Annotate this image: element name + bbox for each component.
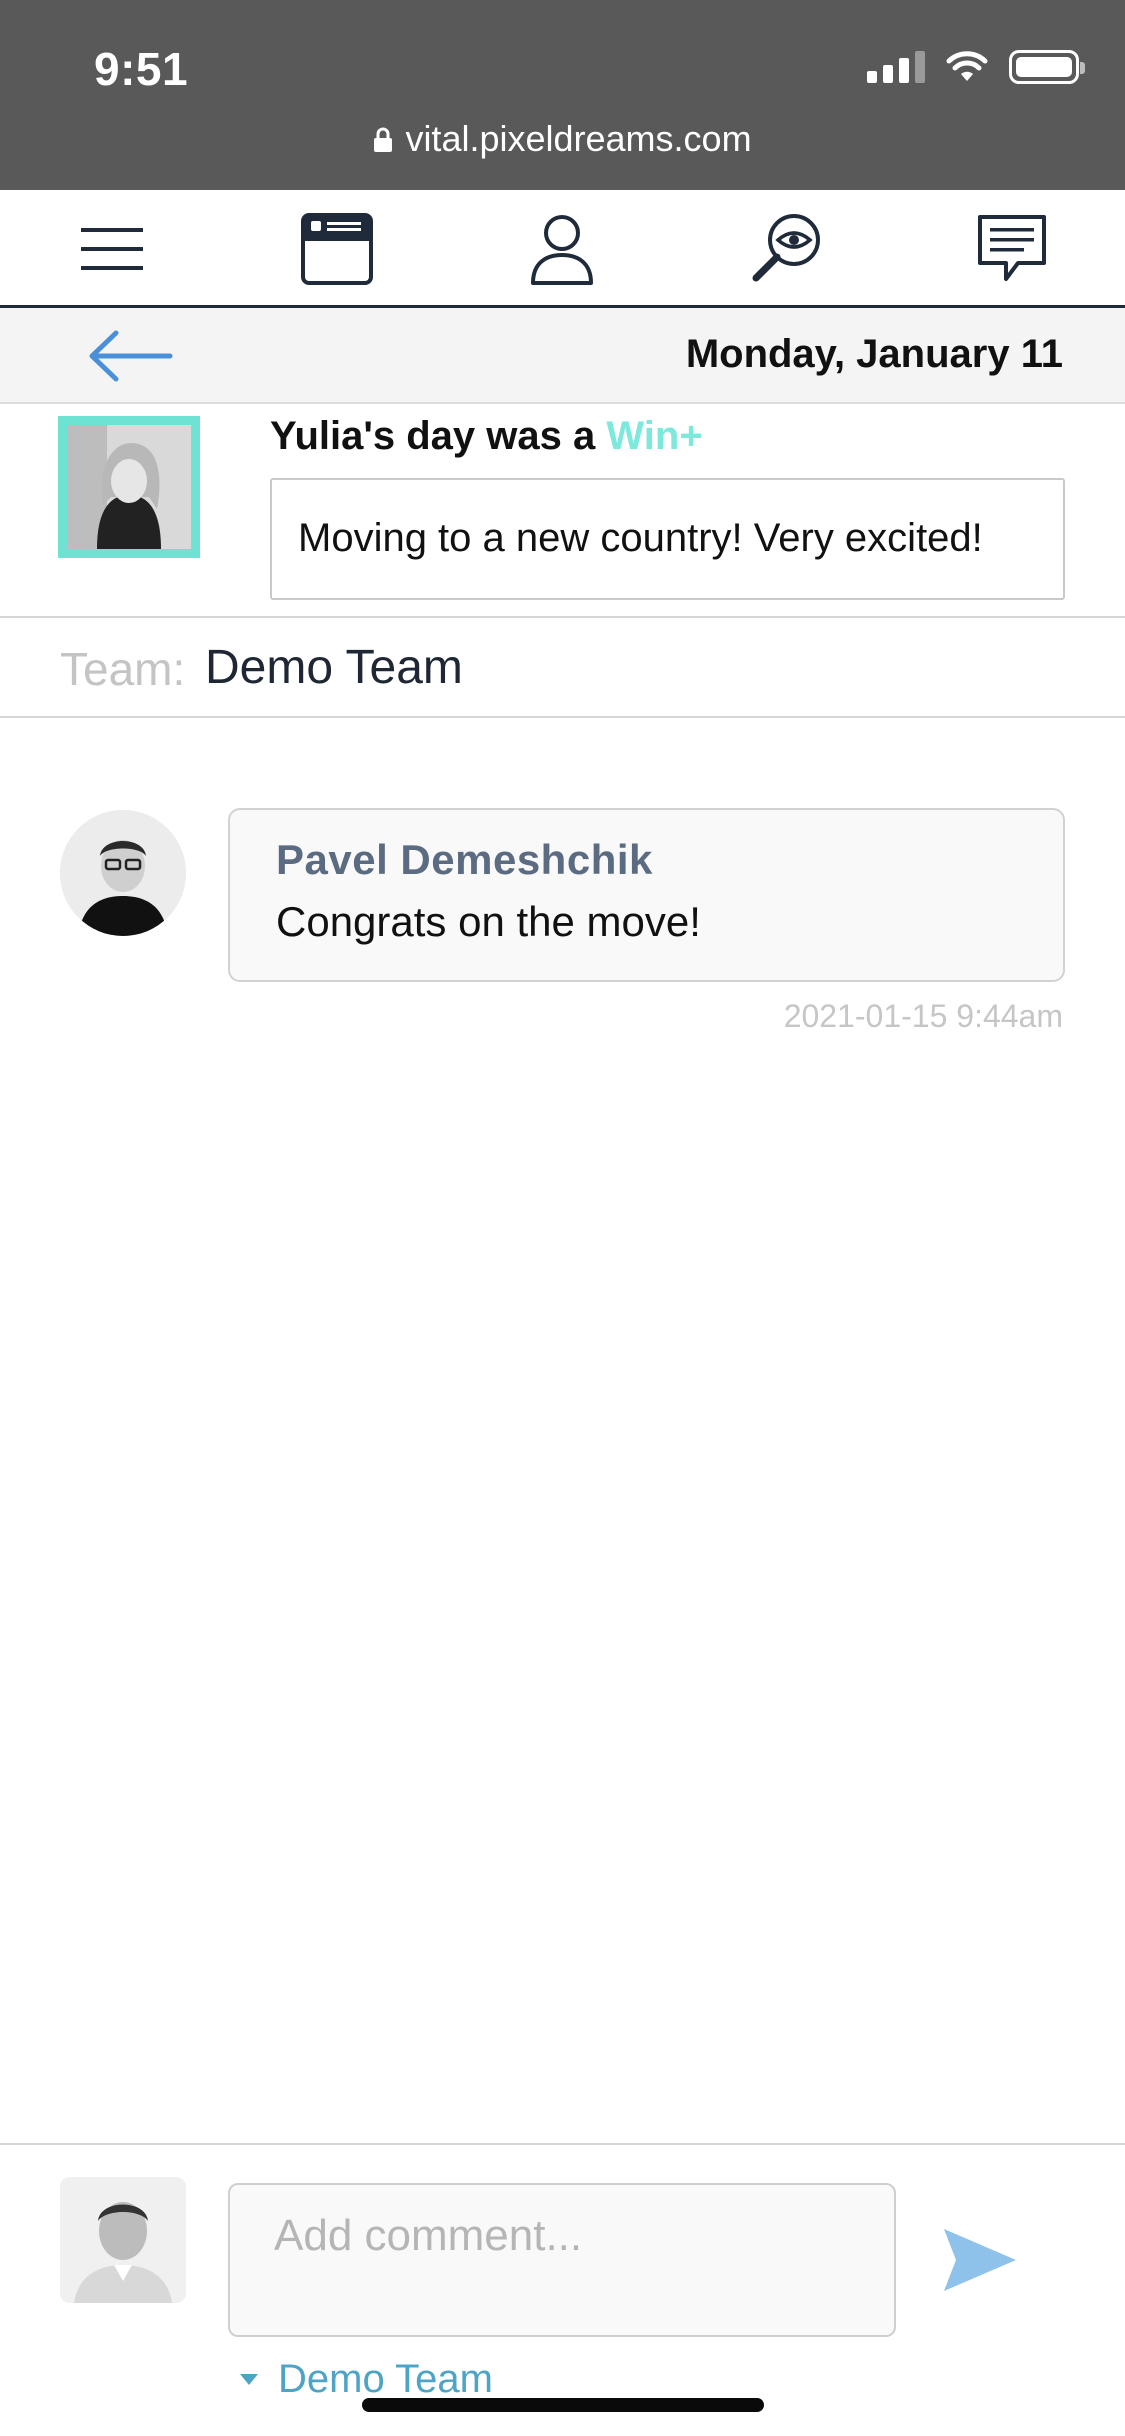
back-arrow-icon[interactable] bbox=[86, 328, 176, 384]
url-bar[interactable]: vital.pixeldreams.com bbox=[0, 118, 1125, 160]
rating-label: Win+ bbox=[606, 414, 703, 458]
url-text: vital.pixeldreams.com bbox=[405, 118, 752, 159]
avatar[interactable] bbox=[58, 416, 200, 558]
lock-icon bbox=[374, 127, 393, 152]
chat-button[interactable] bbox=[970, 207, 1054, 291]
cellular-signal-icon bbox=[867, 51, 925, 83]
top-navigation bbox=[0, 190, 1125, 308]
caret-down-icon bbox=[240, 2374, 258, 2385]
comment-bubble: Pavel Demeshchik Congrats on the move! bbox=[228, 808, 1065, 982]
current-user-photo-icon bbox=[60, 2177, 186, 2303]
battery-icon bbox=[1009, 50, 1085, 84]
menu-icon bbox=[81, 228, 143, 270]
calendar-card-icon bbox=[301, 213, 373, 285]
day-rating-title: Yulia's day was a Win+ bbox=[270, 414, 703, 459]
day-note: Moving to a new country! Very excited! bbox=[270, 478, 1065, 600]
status-icons bbox=[867, 50, 1085, 84]
date-header: Monday, January 11 bbox=[0, 308, 1125, 404]
team-label: Team: bbox=[60, 643, 186, 695]
profile-icon bbox=[531, 215, 593, 285]
comment-text: Congrats on the move! bbox=[276, 898, 701, 945]
search-eye-icon bbox=[752, 214, 820, 282]
menu-button[interactable] bbox=[70, 207, 154, 291]
send-icon[interactable] bbox=[942, 2225, 1018, 2295]
commenter-photo-icon bbox=[60, 810, 186, 936]
date-title: Monday, January 11 bbox=[685, 332, 1063, 376]
comment-timestamp: 2021-01-15 9:44am bbox=[783, 998, 1063, 1034]
team-selector[interactable]: Demo Team bbox=[240, 2357, 493, 2402]
chat-icon bbox=[978, 215, 1046, 281]
team-selector-label: Demo Team bbox=[278, 2357, 493, 2401]
day-title-text: Yulia's day was a bbox=[270, 414, 607, 458]
wifi-icon bbox=[946, 51, 988, 81]
user-photo-icon bbox=[67, 425, 191, 549]
avatar bbox=[60, 2177, 186, 2303]
team-name: Demo Team bbox=[205, 641, 463, 694]
calendar-card-button[interactable] bbox=[295, 207, 379, 291]
comment-input[interactable] bbox=[228, 2183, 896, 2337]
avatar[interactable] bbox=[60, 810, 186, 936]
comment-author[interactable]: Pavel Demeshchik bbox=[276, 836, 1017, 884]
home-indicator bbox=[362, 2398, 764, 2412]
comment-composer: Demo Team bbox=[0, 2143, 1125, 2436]
status-bar: 9:51 vital.pixeldreams.com bbox=[0, 0, 1125, 190]
search-button[interactable] bbox=[745, 207, 829, 291]
status-time: 9:51 bbox=[94, 43, 189, 95]
profile-button[interactable] bbox=[520, 207, 604, 291]
team-row: Team: Demo Team bbox=[0, 618, 1125, 718]
day-entry: Yulia's day was a Win+ Moving to a new c… bbox=[0, 404, 1125, 618]
